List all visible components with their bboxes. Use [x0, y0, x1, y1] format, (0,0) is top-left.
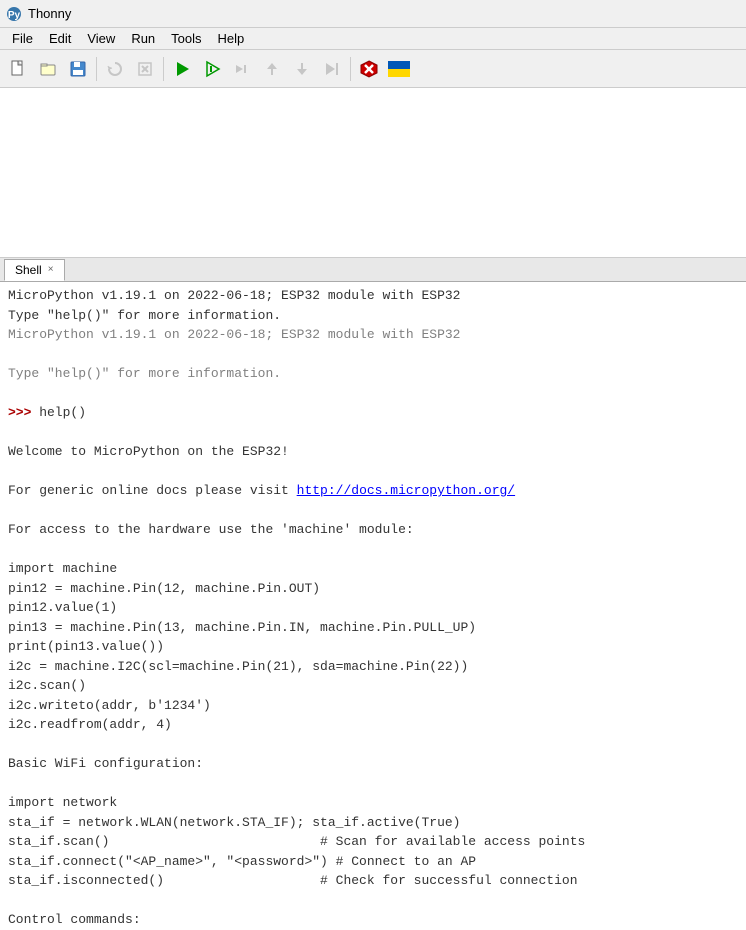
- reload-button[interactable]: [101, 55, 129, 83]
- shell-line-7: >>> help(): [8, 403, 738, 423]
- debug-button[interactable]: [198, 55, 226, 83]
- shell-line-15: import machine: [8, 559, 738, 579]
- step-out-button[interactable]: [288, 55, 316, 83]
- shell-line-22: i2c.writeto(addr, b'1234'): [8, 696, 738, 716]
- shell-line-24: [8, 735, 738, 755]
- app-title: Thonny: [28, 6, 71, 21]
- shell-line-12: [8, 501, 738, 521]
- flag-button[interactable]: [385, 55, 413, 83]
- shell-line-16: pin12 = machine.Pin(12, machine.Pin.OUT): [8, 579, 738, 599]
- run-button[interactable]: [168, 55, 196, 83]
- new-button[interactable]: [4, 55, 32, 83]
- shell-line-21: i2c.scan(): [8, 676, 738, 696]
- shell-tab-bar: Shell ×: [0, 258, 746, 282]
- shell-line-25: Basic WiFi configuration:: [8, 754, 738, 774]
- menu-bar: FileEditViewRunToolsHelp: [0, 28, 746, 50]
- shell-line-18: pin13 = machine.Pin(13, machine.Pin.IN, …: [8, 618, 738, 638]
- open-button[interactable]: [34, 55, 62, 83]
- shell-line-4: [8, 345, 738, 365]
- shell-line-23: i2c.readfrom(addr, 4): [8, 715, 738, 735]
- shell-line-29: sta_if.scan() # Scan for available acces…: [8, 832, 738, 852]
- menu-item-run[interactable]: Run: [123, 29, 163, 48]
- menu-item-edit[interactable]: Edit: [41, 29, 79, 48]
- docs-link[interactable]: http://docs.micropython.org/: [297, 483, 515, 498]
- shell-line-5: Type "help()" for more information.: [8, 364, 738, 384]
- shell-line-14: [8, 540, 738, 560]
- svg-text:Py: Py: [8, 10, 21, 21]
- shell-line-17: pin12.value(1): [8, 598, 738, 618]
- menu-item-help[interactable]: Help: [210, 29, 253, 48]
- shell-line-3: MicroPython v1.19.1 on 2022-06-18; ESP32…: [8, 325, 738, 345]
- shell-content[interactable]: MicroPython v1.19.1 on 2022-06-18; ESP32…: [0, 282, 746, 930]
- shell-tab-label: Shell: [15, 263, 42, 277]
- step-into-button[interactable]: [258, 55, 286, 83]
- toolbar: [0, 50, 746, 88]
- shell-line-27: import network: [8, 793, 738, 813]
- shell-line-30: sta_if.connect("<AP_name>", "<password>"…: [8, 852, 738, 872]
- menu-item-file[interactable]: File: [4, 29, 41, 48]
- resume-button[interactable]: [318, 55, 346, 83]
- title-bar: Py Thonny: [0, 0, 746, 28]
- shell-line-11: For generic online docs please visit htt…: [8, 481, 738, 501]
- toolbar-separator-1: [96, 57, 97, 81]
- shell-line-9: Welcome to MicroPython on the ESP32!: [8, 442, 738, 462]
- editor-area[interactable]: [0, 88, 746, 258]
- shell-line-33: Control commands:: [8, 910, 738, 930]
- shell-tab-close[interactable]: ×: [48, 264, 54, 275]
- shell-line-1: MicroPython v1.19.1 on 2022-06-18; ESP32…: [8, 286, 738, 306]
- shell-tab[interactable]: Shell ×: [4, 259, 65, 281]
- shell-line-32: [8, 891, 738, 911]
- save-button[interactable]: [64, 55, 92, 83]
- app-icon: Py: [6, 6, 22, 22]
- shell-line-6: [8, 384, 738, 404]
- step-over-button[interactable]: [228, 55, 256, 83]
- shell-line-19: print(pin13.value()): [8, 637, 738, 657]
- shell-line-10: [8, 462, 738, 482]
- toolbar-separator-3: [350, 57, 351, 81]
- stop-button[interactable]: [355, 55, 383, 83]
- shell-line-20: i2c = machine.I2C(scl=machine.Pin(21), s…: [8, 657, 738, 677]
- shell-line-26: [8, 774, 738, 794]
- shell-line-13: For access to the hardware use the 'mach…: [8, 520, 738, 540]
- toolbar-separator-2: [163, 57, 164, 81]
- menu-item-view[interactable]: View: [79, 29, 123, 48]
- shell-line-2: Type "help()" for more information.: [8, 306, 738, 326]
- shell-line-8: [8, 423, 738, 443]
- menu-item-tools[interactable]: Tools: [163, 29, 209, 48]
- shell-line-28: sta_if = network.WLAN(network.STA_IF); s…: [8, 813, 738, 833]
- prompt-1: >>>: [8, 405, 31, 420]
- shell-line-31: sta_if.isconnected() # Check for success…: [8, 871, 738, 891]
- interrupt-button[interactable]: [131, 55, 159, 83]
